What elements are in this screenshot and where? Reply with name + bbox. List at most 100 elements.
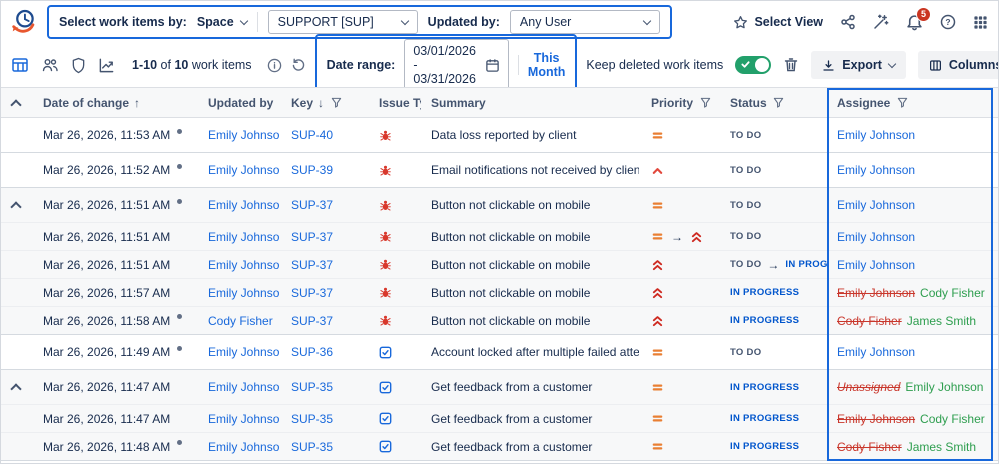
updated-by-dropdown[interactable]: Any User — [509, 10, 660, 34]
issue-key-link[interactable]: SUP-37 — [291, 286, 333, 300]
issue-key-link[interactable]: SUP-37 — [291, 314, 333, 328]
status-badge: TO DO — [730, 231, 762, 242]
table-row[interactable]: Mar 26, 2026, 11:48 AM Emily Johnson SUP… — [1, 433, 998, 461]
updated-by-link[interactable]: Emily Johnson — [208, 258, 279, 272]
summary-text: Button not clickable on mobile — [431, 198, 591, 212]
updated-by-link[interactable]: Emily Johnson — [208, 163, 279, 177]
unread-dot-icon — [177, 345, 183, 351]
select-view-button[interactable]: Select View — [733, 15, 823, 30]
chart-view-button[interactable] — [98, 57, 115, 74]
status-badge: TO DO — [730, 129, 762, 141]
issue-key-link[interactable]: SUP-35 — [291, 380, 333, 394]
table-row[interactable]: Mar 26, 2026, 11:51 AM Emily Johnson SUP… — [1, 251, 998, 279]
info-button[interactable] — [267, 58, 282, 73]
app-logo-icon — [9, 7, 39, 37]
help-button[interactable]: ? — [940, 14, 956, 30]
filter-icon[interactable] — [331, 97, 342, 108]
updated-by-link[interactable]: Emily Johnson — [208, 128, 279, 142]
issue-key-link[interactable]: SUP-35 — [291, 440, 333, 454]
delete-button[interactable] — [783, 57, 799, 73]
filter-icon[interactable] — [773, 97, 784, 108]
issue-key-link[interactable]: SUP-37 — [291, 198, 333, 212]
assignee-link[interactable]: Emily Johnson — [837, 128, 915, 142]
table-row[interactable]: Mar 26, 2026, 11:52 AM Emily Johnson SUP… — [1, 153, 998, 188]
refresh-button[interactable] — [291, 58, 306, 73]
column-summary[interactable]: Summary — [431, 96, 486, 110]
issue-key-link[interactable]: SUP-37 — [291, 230, 333, 244]
collapse-group-icon[interactable] — [10, 383, 22, 393]
table-row[interactable]: Mar 26, 2026, 11:51 AM Emily Johnson SUP… — [1, 223, 998, 251]
table-view-button[interactable] — [11, 56, 29, 74]
date-range-value: 03/01/2026 - 03/31/2026 — [413, 44, 476, 86]
magic-wand-button[interactable] — [873, 14, 889, 30]
table-row[interactable]: Mar 26, 2026, 11:47 AM Emily Johnson SUP… — [1, 405, 998, 433]
updated-by-link[interactable]: Emily Johnson — [208, 440, 279, 454]
issue-key-link[interactable]: SUP-35 — [291, 412, 333, 426]
updated-by-link[interactable]: Emily Johnson — [208, 286, 279, 300]
issue-key-link[interactable]: SUP-37 — [291, 258, 333, 272]
issue-key-link[interactable]: SUP-39 — [291, 163, 333, 177]
column-status[interactable]: Status — [730, 96, 767, 110]
this-month-button[interactable]: This Month — [528, 51, 565, 79]
column-issue-type[interactable]: Issue Type — [379, 96, 421, 110]
issue-key-link[interactable]: SUP-36 — [291, 345, 333, 359]
assignee-old-value: Cody Fisher — [837, 439, 902, 454]
priority-medium-icon — [651, 230, 664, 243]
updated-by-label: Updated by: — [427, 15, 500, 29]
table-row[interactable]: Mar 26, 2026, 11:53 AM Emily Johnson SUP… — [1, 118, 998, 153]
date-range-input[interactable]: 03/01/2026 - 03/31/2026 — [404, 39, 510, 91]
table-row[interactable]: Mar 26, 2026, 11:47 AM Emily Johnson SUP… — [1, 370, 998, 405]
status-badge: TO DO — [730, 199, 762, 211]
sort-desc-icon[interactable]: ↓ — [318, 96, 324, 110]
filter-icon[interactable] — [700, 97, 711, 108]
notifications-button[interactable]: 5 — [906, 6, 931, 31]
change-date: Mar 26, 2026, 11:58 AM — [43, 313, 171, 328]
updated-by-link[interactable]: Emily Johnson — [208, 230, 279, 244]
column-priority[interactable]: Priority — [651, 96, 693, 110]
columns-icon — [929, 59, 942, 72]
column-date-of-change[interactable]: Date of change — [43, 96, 129, 110]
column-key[interactable]: Key — [291, 96, 313, 110]
assignee-link[interactable]: Emily Johnson — [837, 230, 915, 244]
table-row[interactable]: Mar 26, 2026, 11:58 AM Cody Fisher SUP-3… — [1, 307, 998, 335]
users-view-button[interactable] — [41, 56, 59, 74]
share-button[interactable] — [840, 14, 856, 30]
table-row[interactable]: Mar 26, 2026, 11:57 AM Emily Johnson SUP… — [1, 279, 998, 307]
collapse-group-icon[interactable] — [10, 201, 22, 211]
summary-text: Data loss reported by client — [431, 128, 577, 142]
apps-grid-button[interactable] — [973, 15, 988, 30]
columns-button[interactable]: Columns — [917, 51, 998, 79]
updated-by-value: Any User — [519, 15, 572, 29]
filter-icon[interactable] — [897, 97, 908, 108]
column-assignee[interactable]: Assignee — [837, 96, 890, 110]
updated-by-link[interactable]: Emily Johnson — [208, 345, 279, 359]
chevron-down-icon — [887, 59, 897, 68]
project-dropdown[interactable]: SUPPORT [SUP] — [267, 10, 418, 34]
updated-by-link[interactable]: Emily Johnson — [208, 412, 279, 426]
export-button[interactable]: Export — [811, 51, 906, 79]
keep-deleted-toggle[interactable] — [735, 56, 772, 74]
assignee-new-value: James Smith — [906, 313, 977, 328]
collapse-all-icon[interactable] — [10, 98, 22, 109]
summary-text: Get feedback from a customer — [431, 411, 593, 426]
status-badge: TO DO — [730, 346, 762, 358]
table-row[interactable]: Mar 26, 2026, 11:51 AM Emily Johnson SUP… — [1, 188, 998, 223]
assignee-link[interactable]: Emily Johnson — [837, 198, 915, 212]
assignee-new-value: Cody Fisher — [920, 285, 985, 300]
assignee-link[interactable]: Emily Johnson — [837, 163, 915, 177]
unread-dot-icon — [177, 314, 183, 319]
table-row[interactable]: Mar 26, 2026, 11:49 AM Emily Johnson SUP… — [1, 335, 998, 370]
svg-text:?: ? — [945, 17, 950, 27]
assignee-link[interactable]: Emily Johnson — [837, 258, 915, 272]
shield-view-button[interactable] — [71, 57, 86, 74]
view-switcher — [11, 56, 115, 74]
sort-asc-icon[interactable]: ↑ — [134, 96, 140, 110]
updated-by-link[interactable]: Emily Johnson — [208, 380, 279, 394]
issue-key-link[interactable]: SUP-40 — [291, 128, 333, 142]
select-by-dropdown[interactable]: Space — [197, 15, 248, 29]
assignee-link[interactable]: Emily Johnson — [837, 345, 915, 359]
column-updated-by[interactable]: Updated by — [208, 96, 273, 110]
updated-by-link[interactable]: Emily Johnson — [208, 198, 279, 212]
status-badge: IN PROGRESS — [730, 287, 800, 298]
updated-by-link[interactable]: Cody Fisher — [208, 314, 273, 328]
